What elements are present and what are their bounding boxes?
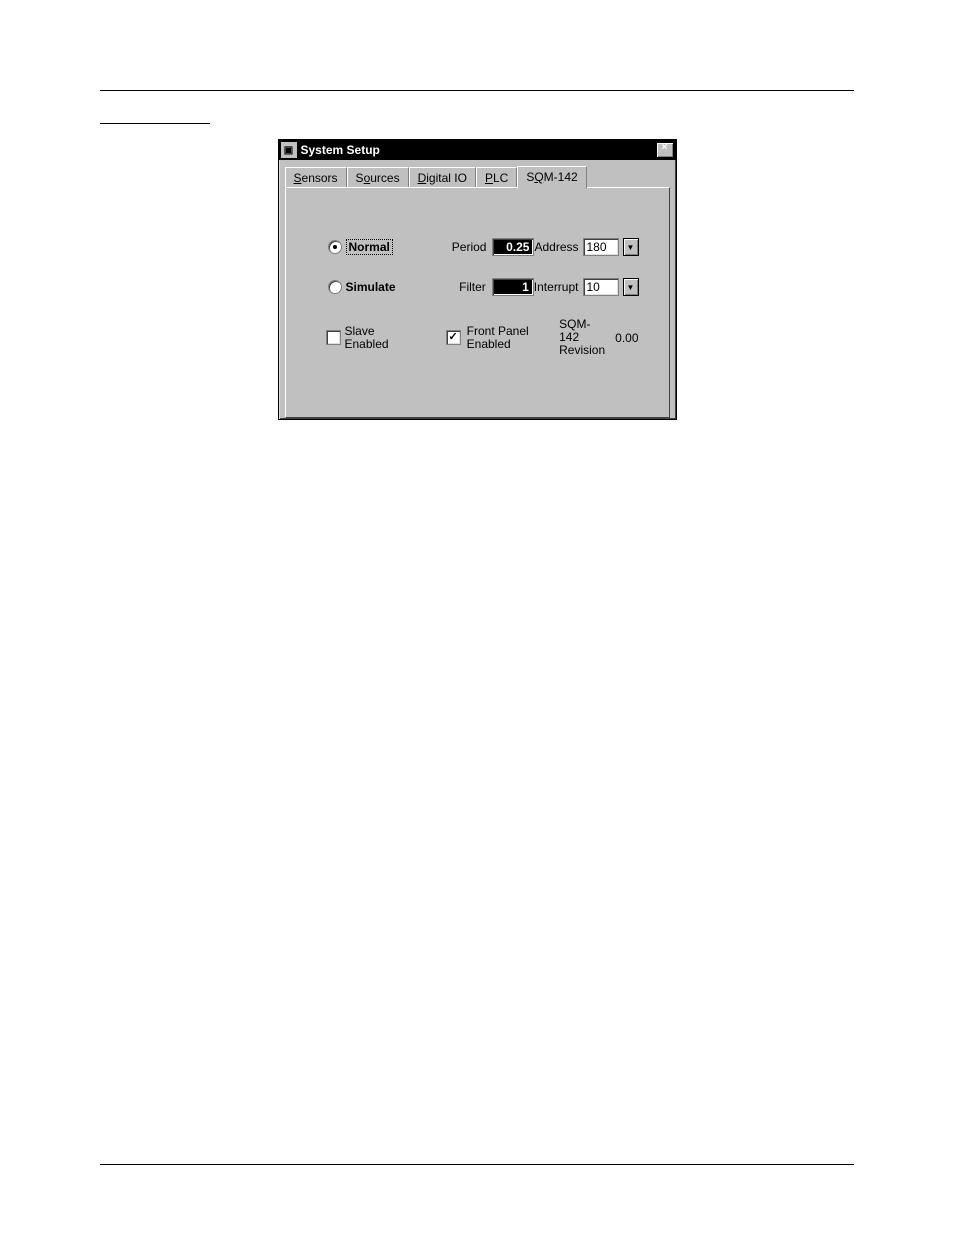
interrupt-input[interactable]: 10 [583, 278, 619, 296]
interrupt-dropdown-button[interactable]: ▼ [623, 278, 639, 296]
interrupt-label: Interrupt [534, 280, 579, 294]
tab-sqm142[interactable]: SQM-142 [517, 166, 586, 189]
bottom-rule [100, 1164, 854, 1165]
period-label: Period [452, 240, 487, 254]
period-input[interactable]: 0.25 [492, 238, 534, 256]
section-underline [100, 113, 210, 124]
slave-enabled-checkbox[interactable] [326, 330, 341, 345]
tab-bar: Sensors Sources Digital IO PLC SQM-142 [279, 160, 676, 188]
app-icon: ▣ [281, 142, 297, 158]
revision-value: 0.00 [615, 331, 638, 345]
radio-normal[interactable] [328, 240, 342, 254]
tab-plc[interactable]: PLC [476, 167, 517, 188]
sqm142-panel: Normal Period 0.25 Address 180 ▼ Simulat… [286, 188, 669, 417]
filter-input[interactable]: 1 [492, 278, 534, 296]
radio-normal-label: Normal [346, 239, 393, 255]
address-label: Address [534, 240, 578, 254]
system-setup-window: ▣ System Setup × Sensors Sources Digital… [278, 139, 677, 420]
front-panel-enabled-label: Front Panel Enabled [467, 325, 529, 351]
tab-sensors[interactable]: Sensors [285, 167, 347, 188]
address-dropdown-button[interactable]: ▼ [623, 238, 639, 256]
close-button[interactable]: × [656, 142, 674, 158]
tab-divider: Normal Period 0.25 Address 180 ▼ Simulat… [285, 187, 670, 418]
radio-simulate-label: Simulate [346, 280, 396, 294]
window-title: System Setup [301, 143, 656, 157]
front-panel-enabled-checkbox[interactable] [446, 330, 461, 345]
titlebar: ▣ System Setup × [279, 140, 676, 160]
address-input[interactable]: 180 [583, 238, 619, 256]
radio-simulate[interactable] [328, 280, 342, 294]
tab-digitalio[interactable]: Digital IO [409, 167, 476, 188]
revision-label: SQM-142 Revision [559, 318, 605, 357]
slave-enabled-label: Slave Enabled [345, 325, 389, 351]
filter-label: Filter [459, 280, 486, 294]
top-rule [100, 90, 854, 91]
tab-sources[interactable]: Sources [347, 167, 409, 188]
